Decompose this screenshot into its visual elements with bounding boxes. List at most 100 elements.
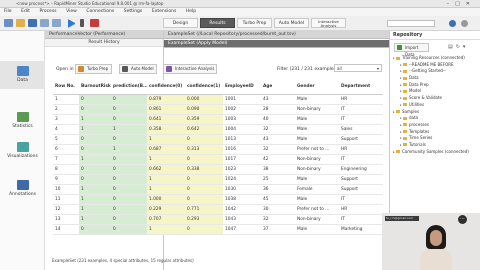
- turbo-prep-button[interactable]: Turbo Prep: [75, 64, 112, 74]
- nav-data[interactable]: Data: [0, 61, 45, 89]
- new-process-icon[interactable]: [4, 19, 13, 27]
- table-cell: 1: [147, 154, 185, 165]
- tree-item[interactable]: ▸ Score & Validate: [390, 95, 480, 102]
- nav-annotations-label: Annotations: [8, 192, 37, 197]
- table-row[interactable]: 1 0 0 0.879 0.000 1001 43 Male HR: [53, 94, 383, 105]
- table-cell: 0: [111, 214, 147, 225]
- col-header[interactable]: confidence(0): [147, 80, 185, 95]
- more-options-icon[interactable]: ⋯: [458, 215, 467, 224]
- folder-icon: [403, 96, 407, 100]
- folder-icon: [403, 136, 407, 140]
- tree-item[interactable]: ▸ Samples: [390, 109, 480, 116]
- table-row[interactable]: 4 1 1 0.358 0.642 1004 32 Male Sales: [53, 124, 383, 135]
- tree-item[interactable]: ▸ Tutorials: [390, 142, 480, 149]
- col-header[interactable]: prediction(B...: [111, 80, 147, 95]
- table-row[interactable]: 13 1 0 0.707 0.293 1043 32 Non-binary IT: [53, 214, 383, 225]
- col-header[interactable]: Age: [261, 80, 295, 95]
- table-cell: 45: [261, 194, 295, 205]
- col-header[interactable]: EmployeeID: [223, 80, 261, 95]
- tree-item[interactable]: ▸ Time Series: [390, 135, 480, 142]
- view-interactive-analysis[interactable]: Interactive Analysis: [311, 18, 346, 28]
- help-icon[interactable]: [449, 20, 456, 27]
- interactive-analysis-button[interactable]: Interactive Analysis: [163, 64, 217, 74]
- table-cell: Support: [339, 184, 383, 195]
- menu-view[interactable]: View: [62, 8, 81, 15]
- table-row[interactable]: 5 0 0 1 0 1013 43 Male Support: [53, 134, 383, 145]
- save-icon[interactable]: [28, 19, 37, 27]
- menu-extensions[interactable]: Extensions: [148, 8, 180, 15]
- table-cell: 0.338: [185, 164, 223, 175]
- table-cell: 0: [79, 164, 111, 175]
- tree-item[interactable]: ▸ Model: [390, 88, 480, 95]
- run-icon[interactable]: [68, 19, 75, 28]
- table-cell: 1: [79, 194, 111, 205]
- tab-exampleset-local[interactable]: ExampleSet (//Local Repository/processed…: [164, 31, 390, 39]
- view-design[interactable]: Design: [163, 18, 198, 28]
- menu-file[interactable]: File: [0, 8, 16, 15]
- table-row[interactable]: 6 0 1 0.687 0.313 1016 32 Prefer not to ... HR: [53, 144, 383, 155]
- table-cell: 1024: [223, 174, 261, 185]
- table-cell: 5: [53, 134, 79, 145]
- table-row[interactable]: 2 0 0 0.861 0.090 1002 28 Non-binary IT: [53, 104, 383, 115]
- menu-help[interactable]: Help: [182, 8, 200, 15]
- tree-item[interactable]: ▸ Community Samples (connected): [390, 149, 480, 156]
- nav-statistics[interactable]: Statistics: [0, 107, 45, 135]
- view-results[interactable]: Results: [200, 18, 235, 28]
- tree-item[interactable]: ▸ Training Resources (connected): [390, 55, 480, 62]
- col-header[interactable]: BurnoutRisk: [79, 80, 111, 95]
- col-header[interactable]: Department: [339, 80, 383, 95]
- stop-icon[interactable]: [90, 19, 99, 27]
- tree-item[interactable]: ▸ --README ME BEFORE: [390, 62, 480, 69]
- undo-icon[interactable]: [40, 19, 49, 27]
- open-folder-icon[interactable]: [16, 19, 25, 27]
- dropdown-icon[interactable]: [80, 19, 84, 27]
- menu-settings[interactable]: Settings: [120, 8, 146, 15]
- auto-model-button[interactable]: Auto Model: [119, 64, 157, 74]
- nav-visualizations[interactable]: Visualizations: [0, 137, 45, 165]
- table-row[interactable]: 9 0 0 1 0 1024 25 Male Support: [53, 174, 383, 185]
- repository-tools[interactable]: ▤↻▾: [448, 44, 468, 50]
- search-input[interactable]: [387, 20, 435, 27]
- filter-select[interactable]: all ▾: [334, 64, 382, 72]
- table-row[interactable]: 11 1 0 1.000 0 1038 45 Male IT: [53, 194, 383, 205]
- view-turbo-prep[interactable]: Turbo Prep: [237, 18, 272, 28]
- table-row[interactable]: 10 1 0 1 0 1030 36 Female Support: [53, 184, 383, 195]
- table-row[interactable]: 14 0 0 1 0 1047 37 Male Marketing: [53, 224, 383, 235]
- table-cell: 0.313: [185, 144, 223, 155]
- table-row[interactable]: 12 1 0 0.229 0.771 1042 30 Prefer not to ... HR: [53, 204, 383, 215]
- table-cell: 10: [53, 184, 79, 195]
- folder-icon: [403, 63, 407, 67]
- menu-edit[interactable]: Edit: [17, 8, 34, 15]
- table-cell: HR: [339, 204, 383, 215]
- table-cell: 0.090: [185, 104, 223, 115]
- user-icon[interactable]: [461, 20, 468, 27]
- tree-item[interactable]: ▸ Data Prep: [390, 82, 480, 89]
- tree-item[interactable]: ▸ Data: [390, 75, 480, 82]
- folder-icon: [396, 150, 400, 154]
- table-row[interactable]: 8 0 0 0.662 0.338 1023 38 Non-binary Engineering: [53, 164, 383, 175]
- view-auto-model[interactable]: Auto Model: [274, 18, 309, 28]
- tab-performance-vector[interactable]: PerformanceVector (Performance): [45, 31, 163, 39]
- col-header[interactable]: Gender: [295, 80, 339, 95]
- tree-item[interactable]: ▸ Utilities: [390, 102, 480, 109]
- menu-connections[interactable]: Connections: [82, 8, 118, 15]
- tree-item[interactable]: ▸ Templates: [390, 129, 480, 136]
- result-history-tab[interactable]: Result History: [45, 39, 163, 47]
- tree-item[interactable]: ▸ data: [390, 115, 480, 122]
- window-controls[interactable]: –□✕: [447, 1, 476, 7]
- tab-exampleset-apply-model[interactable]: ExampleSet (Apply Model): [164, 40, 390, 48]
- menu-process[interactable]: Process: [35, 8, 60, 15]
- table-cell: 25: [261, 174, 295, 185]
- table-cell: 0: [111, 104, 147, 115]
- tree-item[interactable]: ▸ processes: [390, 122, 480, 129]
- import-data-button[interactable]: Import Data: [394, 43, 429, 57]
- redo-icon[interactable]: [52, 19, 61, 27]
- nav-annotations[interactable]: Annotations: [0, 175, 45, 203]
- col-header[interactable]: Row No.: [53, 80, 79, 95]
- table-cell: 40: [261, 114, 295, 125]
- table-row[interactable]: 3 1 0 0.641 0.359 1003 40 Male IT: [53, 114, 383, 125]
- col-header[interactable]: confidence(1): [185, 80, 223, 95]
- table-cell: 37: [261, 224, 295, 235]
- tree-item[interactable]: ▸ --Getting Started--: [390, 68, 480, 75]
- table-row[interactable]: 7 1 0 1 0 1017 42 Non-binary IT: [53, 154, 383, 165]
